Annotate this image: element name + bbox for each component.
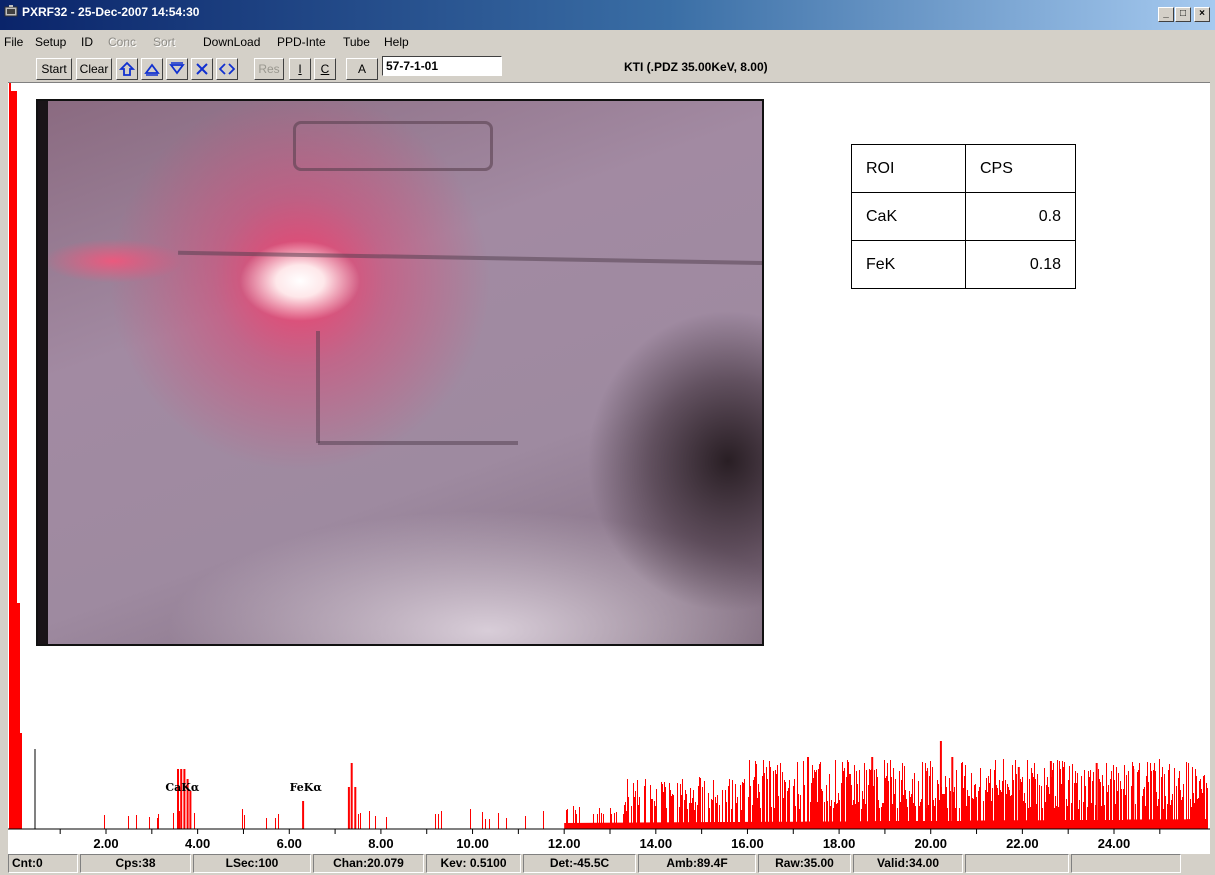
peak-label: CaKα bbox=[165, 781, 199, 794]
menu-bar: File Setup ID Conc Sort DownLoad PPD-Int… bbox=[0, 31, 1215, 53]
status-bar: Cnt:0 Cps:38 LSec:100 Chan:20.079 Kev: 0… bbox=[0, 854, 1215, 875]
title-bar[interactable]: PXRF32 - 25-Dec-2007 14:54:30 _ □ × bbox=[0, 0, 1215, 30]
application-window: PXRF32 - 25-Dec-2007 14:54:30 _ □ × File… bbox=[0, 0, 1215, 875]
camera-view bbox=[36, 99, 764, 646]
spectrum-peak bbox=[180, 769, 183, 829]
app-icon bbox=[4, 5, 18, 17]
status-empty-1 bbox=[965, 854, 1069, 873]
x-tick-label: 18.00 bbox=[823, 836, 856, 851]
camera-frame-edge bbox=[38, 101, 48, 644]
x-tick-label: 20.00 bbox=[914, 836, 947, 851]
spectrum-peak bbox=[350, 763, 353, 829]
x-tick-label: 10.00 bbox=[456, 836, 489, 851]
spectrum-peak bbox=[939, 741, 942, 829]
status-empty-2 bbox=[1071, 854, 1181, 873]
spectrum-peak bbox=[1095, 763, 1098, 829]
spectrum-peak bbox=[951, 757, 954, 829]
x-tick-label: 2.00 bbox=[93, 836, 118, 851]
minimize-button[interactable]: _ bbox=[1158, 7, 1174, 22]
i-button[interactable]: I bbox=[289, 58, 311, 80]
status-kev: Kev: 0.5100 bbox=[426, 854, 521, 873]
spectrum-peak bbox=[926, 771, 929, 829]
spectrum-peak bbox=[1017, 767, 1020, 829]
x-tick-label: 14.00 bbox=[640, 836, 673, 851]
menu-conc[interactable]: Conc bbox=[108, 35, 136, 49]
camera-groove bbox=[178, 250, 762, 266]
x-tick-label: 16.00 bbox=[731, 836, 764, 851]
x-tick-label: 8.00 bbox=[368, 836, 393, 851]
marker-up-button[interactable] bbox=[116, 58, 138, 80]
spectrum-peak bbox=[1049, 761, 1052, 829]
camera-groove bbox=[316, 331, 320, 443]
diamond-icon bbox=[218, 63, 236, 75]
spectrum-peak bbox=[183, 769, 186, 829]
spectrum-peak bbox=[807, 757, 809, 829]
status-amb: Amb:89.4F bbox=[638, 854, 756, 873]
remove-marker-button[interactable] bbox=[191, 58, 213, 80]
roi-table: ROI CPS CaK 0.8 FeK 0.18 bbox=[851, 144, 1076, 289]
x-tick-label: 6.00 bbox=[277, 836, 302, 851]
header-cps: CPS bbox=[965, 144, 1076, 193]
menu-ppd-inte[interactable]: PPD-Inte bbox=[277, 35, 326, 49]
toolbar: Start Clear Res I C A bbox=[0, 54, 1215, 82]
x-tick-label: 12.00 bbox=[548, 836, 581, 851]
maximize-button[interactable]: □ bbox=[1175, 7, 1191, 22]
menu-file[interactable]: File bbox=[4, 35, 23, 49]
table-row: FeK 0.18 bbox=[851, 240, 1076, 289]
a-button[interactable]: A bbox=[346, 58, 378, 80]
menu-setup[interactable]: Setup bbox=[35, 35, 66, 49]
table-row: CaK 0.8 bbox=[851, 192, 1076, 241]
roi-cell: FeK bbox=[851, 240, 966, 289]
spectrum-peak bbox=[871, 757, 874, 829]
marker-up-icon bbox=[118, 61, 136, 76]
spectrum-peak bbox=[177, 769, 179, 829]
status-det: Det:-45.5C bbox=[523, 854, 636, 873]
peak-up-button[interactable] bbox=[141, 58, 163, 80]
expand-button[interactable] bbox=[216, 58, 238, 80]
start-button[interactable]: Start bbox=[36, 58, 72, 80]
config-label: KTI (.PDZ 35.00KeV, 8.00) bbox=[624, 60, 768, 74]
menu-tube[interactable]: Tube bbox=[343, 35, 370, 49]
cps-cell: 0.8 bbox=[965, 192, 1076, 241]
close-button[interactable]: × bbox=[1194, 7, 1210, 22]
spectrum-peak bbox=[1132, 769, 1135, 829]
triangle-down-icon bbox=[169, 62, 185, 75]
status-lsec: LSec:100 bbox=[193, 854, 311, 873]
spectrum-area[interactable]: CaKα FeKα 2.00 4.00 6.00 8.00 10.00 12.00 14.00 1… bbox=[8, 82, 1210, 854]
menu-sort[interactable]: Sort bbox=[153, 35, 175, 49]
spectrum-peak bbox=[302, 801, 305, 829]
x-tick-label: 22.00 bbox=[1006, 836, 1039, 851]
header-roi: ROI bbox=[851, 144, 966, 193]
cps-cell: 0.18 bbox=[965, 240, 1076, 289]
status-valid: Valid:34.00 bbox=[853, 854, 963, 873]
cross-icon bbox=[196, 63, 208, 75]
camera-groove bbox=[318, 441, 518, 445]
spectrum-peak bbox=[189, 791, 192, 829]
x-tick-label: 24.00 bbox=[1098, 836, 1131, 851]
status-chan: Chan:20.079 bbox=[313, 854, 424, 873]
triangle-up-icon bbox=[144, 63, 160, 76]
res-button[interactable]: Res bbox=[254, 58, 284, 80]
status-raw: Raw:35.00 bbox=[758, 854, 851, 873]
sample-id-input[interactable] bbox=[382, 56, 502, 76]
status-cps: Cps:38 bbox=[80, 854, 191, 873]
spectrum-peak bbox=[354, 787, 357, 829]
menu-download[interactable]: DownLoad bbox=[203, 35, 260, 49]
window-title: PXRF32 - 25-Dec-2007 14:54:30 bbox=[22, 5, 200, 19]
roi-cell: CaK bbox=[851, 192, 966, 241]
x-tick-label: 4.00 bbox=[185, 836, 210, 851]
peak-label: FeKα bbox=[290, 781, 323, 794]
peak-down-button[interactable] bbox=[166, 58, 188, 80]
table-header-row: ROI CPS bbox=[851, 144, 1076, 193]
c-button[interactable]: C bbox=[314, 58, 336, 80]
spectrum-peak bbox=[347, 787, 350, 829]
status-cnt: Cnt:0 bbox=[8, 854, 78, 873]
camera-slot-feature bbox=[293, 121, 493, 171]
clear-button[interactable]: Clear bbox=[76, 58, 112, 80]
menu-help[interactable]: Help bbox=[384, 35, 409, 49]
menu-id[interactable]: ID bbox=[81, 35, 93, 49]
